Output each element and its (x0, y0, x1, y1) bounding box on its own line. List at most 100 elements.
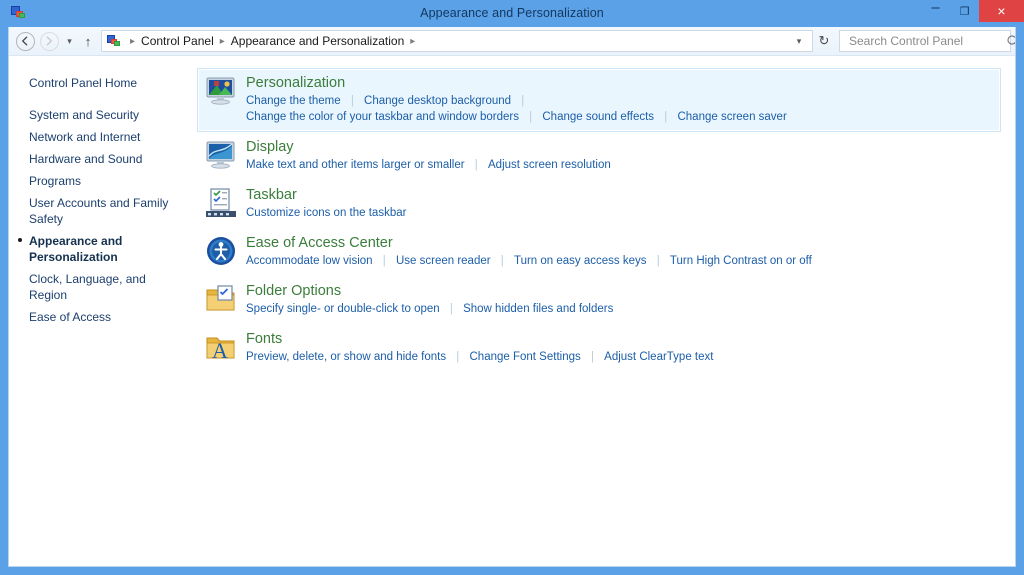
sidebar-item-network-and-internet[interactable]: Network and Internet (29, 126, 179, 148)
link-change-screen-saver[interactable]: Change screen saver (677, 109, 786, 125)
link-change-the-theme[interactable]: Change the theme (246, 93, 341, 109)
link-separator: | (443, 301, 460, 317)
link-separator: | (522, 109, 539, 125)
sidebar-item-control-panel-home[interactable]: Control Panel Home (29, 72, 179, 94)
link-row: Preview, delete, or show and hide fonts … (246, 349, 994, 365)
category-body: Fonts Preview, delete, or show and hide … (246, 330, 994, 365)
category-links: Make text and other items larger or smal… (246, 157, 994, 173)
breadcrumb-separator: ▸ (214, 36, 231, 47)
back-button[interactable] (13, 29, 37, 53)
close-button[interactable]: × (979, 0, 1024, 22)
link-change-font-settings[interactable]: Change Font Settings (470, 349, 581, 365)
category-display[interactable]: Display Make text and other items larger… (197, 132, 1001, 180)
category-taskbar[interactable]: Taskbar Customize icons on the taskbar (197, 180, 1001, 228)
link-separator: | (449, 349, 466, 365)
link-row: Change the color of your taskbar and win… (246, 109, 994, 125)
svg-text:A: A (212, 338, 228, 363)
breadcrumb-item-appearance-and-personalization[interactable]: Appearance and Personalization (231, 34, 404, 48)
sidebar-item-clock-language-and-region[interactable]: Clock, Language, and Region (29, 268, 179, 306)
category-body: Taskbar Customize icons on the taskbar (246, 186, 994, 221)
current-item-bullet-icon (18, 238, 22, 242)
category-links: Specify single- or double-click to open … (246, 301, 994, 317)
sidebar: Control Panel Home System and Security N… (9, 56, 189, 566)
link-separator: | (344, 93, 361, 109)
link-adjust-screen-resolution[interactable]: Adjust screen resolution (488, 157, 611, 173)
link-separator: | (376, 253, 393, 269)
link-separator: | (514, 93, 531, 109)
category-links: Preview, delete, or show and hide fonts … (246, 349, 994, 365)
category-title-personalization[interactable]: Personalization (246, 74, 345, 92)
category-title-display[interactable]: Display (246, 138, 294, 156)
search-icon (1006, 34, 1016, 48)
forward-button[interactable] (37, 29, 61, 53)
category-title-ease-of-access-center[interactable]: Ease of Access Center (246, 234, 393, 252)
folder-options-icon (205, 283, 237, 315)
breadcrumb-separator: ▸ (404, 36, 421, 47)
back-arrow-icon (16, 32, 35, 51)
category-folder-options[interactable]: Folder Options Specify single- or double… (197, 276, 1001, 324)
category-body: Personalization Change the theme | Chang… (246, 74, 994, 125)
link-adjust-cleartype-text[interactable]: Adjust ClearType text (604, 349, 713, 365)
link-customize-icons-on-the-taskbar[interactable]: Customize icons on the taskbar (246, 205, 406, 221)
breadcrumb-separator: ▸ (124, 36, 141, 47)
sidebar-item-hardware-and-sound[interactable]: Hardware and Sound (29, 148, 179, 170)
category-ease-of-access-center[interactable]: Ease of Access Center Accommodate low vi… (197, 228, 1001, 276)
link-turn-on-easy-access-keys[interactable]: Turn on easy access keys (514, 253, 647, 269)
link-change-sound-effects[interactable]: Change sound effects (542, 109, 654, 125)
link-turn-high-contrast-on-or-off[interactable]: Turn High Contrast on or off (670, 253, 812, 269)
minimize-button[interactable]: – (921, 0, 950, 22)
breadcrumb[interactable]: ▸ Control Panel ▸ Appearance and Persona… (101, 30, 813, 52)
sidebar-item-appearance-and-personalization[interactable]: Appearance and Personalization (29, 230, 179, 268)
category-title-taskbar[interactable]: Taskbar (246, 186, 297, 204)
sidebar-item-programs[interactable]: Programs (29, 170, 179, 192)
link-specify-single-or-double-click-to-open[interactable]: Specify single- or double-click to open (246, 301, 440, 317)
search-box[interactable] (839, 30, 1011, 52)
category-title-folder-options[interactable]: Folder Options (246, 282, 341, 300)
chevron-down-icon[interactable]: ▾ (790, 36, 808, 47)
main-content: Personalization Change the theme | Chang… (189, 56, 1015, 566)
category-fonts[interactable]: A Fonts Preview, delete, or show and hid… (197, 324, 1001, 372)
address-bar: ▾ ↑ ▸ Control Panel ▸ Appearance and (9, 27, 1015, 56)
search-input[interactable] (847, 33, 1006, 49)
link-change-the-color-of-your-taskbar-and-window-borders[interactable]: Change the color of your taskbar and win… (246, 109, 519, 125)
fonts-icon: A (205, 331, 237, 363)
link-row: Make text and other items larger or smal… (246, 157, 994, 173)
link-row: Accommodate low vision | Use screen read… (246, 253, 994, 269)
link-separator: | (584, 349, 601, 365)
up-one-level-button[interactable]: ↑ (78, 29, 98, 53)
link-row: Change the theme | Change desktop backgr… (246, 93, 994, 109)
sidebar-item-ease-of-access[interactable]: Ease of Access (29, 306, 179, 328)
window-client-area: ▾ ↑ ▸ Control Panel ▸ Appearance and (8, 27, 1016, 567)
category-links: Change the theme | Change desktop backgr… (246, 93, 994, 125)
forward-arrow-icon (40, 32, 59, 51)
sidebar-item-system-and-security[interactable]: System and Security (29, 104, 179, 126)
control-panel-window: Appearance and Personalization – ❐ × (0, 0, 1024, 575)
link-separator: | (468, 157, 485, 173)
link-preview-delete-or-show-and-hide-fonts[interactable]: Preview, delete, or show and hide fonts (246, 349, 446, 365)
category-body: Ease of Access Center Accommodate low vi… (246, 234, 994, 269)
link-change-desktop-background[interactable]: Change desktop background (364, 93, 511, 109)
recent-locations-button[interactable]: ▾ (61, 29, 78, 53)
sidebar-item-user-accounts-and-family-safety[interactable]: User Accounts and Family Safety (29, 192, 179, 230)
title-bar: Appearance and Personalization – ❐ × (8, 0, 1016, 27)
category-title-fonts[interactable]: Fonts (246, 330, 282, 348)
link-make-text-and-other-items-larger-or-smaller[interactable]: Make text and other items larger or smal… (246, 157, 465, 173)
refresh-icon[interactable]: ↻ (813, 33, 835, 49)
sidebar-item-label: Appearance and Personalization (29, 234, 122, 264)
taskbar-icon (205, 187, 237, 219)
breadcrumb-item-control-panel[interactable]: Control Panel (141, 34, 214, 48)
link-use-screen-reader[interactable]: Use screen reader (396, 253, 491, 269)
category-body: Display Make text and other items larger… (246, 138, 994, 173)
control-panel-icon (106, 33, 122, 49)
link-show-hidden-files-and-folders[interactable]: Show hidden files and folders (463, 301, 613, 317)
category-personalization[interactable]: Personalization Change the theme | Chang… (197, 68, 1001, 132)
personalization-monitor-icon (205, 75, 237, 107)
category-links: Customize icons on the taskbar (246, 205, 994, 221)
window-title: Appearance and Personalization (8, 0, 1016, 27)
link-accommodate-low-vision[interactable]: Accommodate low vision (246, 253, 373, 269)
link-row: Customize icons on the taskbar (246, 205, 994, 221)
ease-of-access-icon (205, 235, 237, 267)
maximize-button[interactable]: ❐ (950, 0, 979, 22)
display-monitor-icon (205, 139, 237, 171)
window-controls: – ❐ × (921, 0, 1024, 27)
